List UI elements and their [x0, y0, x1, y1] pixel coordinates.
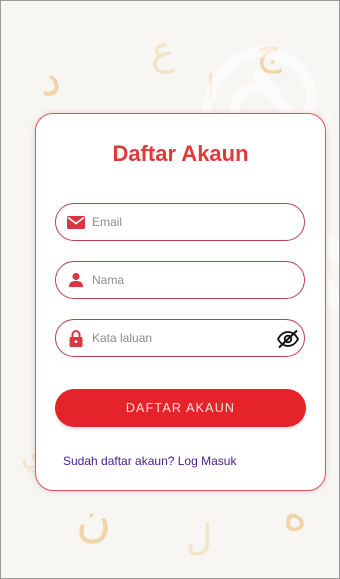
- email-field[interactable]: [55, 203, 305, 241]
- eye-off-icon[interactable]: [276, 329, 300, 349]
- email-input[interactable]: [92, 215, 262, 229]
- password-input[interactable]: [92, 331, 262, 345]
- background-glyph: ه: [283, 487, 308, 541]
- name-field[interactable]: [55, 261, 305, 299]
- signup-button[interactable]: DAFTAR AKAUN: [55, 389, 306, 427]
- envelope-icon: [66, 212, 86, 232]
- name-input[interactable]: [92, 273, 262, 287]
- background-glyph: د: [41, 52, 62, 106]
- login-link[interactable]: Sudah daftar akaun? Log Masuk: [63, 454, 236, 468]
- background-glyph: ل: [186, 518, 213, 559]
- password-field[interactable]: [55, 319, 305, 357]
- background-glyph: ع: [151, 28, 175, 74]
- background-glyph: ج: [256, 28, 282, 74]
- lock-icon: [66, 328, 86, 348]
- signup-screen: د ع ا ج ب ن ه ل ي gnt@ UKM Daftar Akaun: [0, 0, 340, 579]
- page-title: Daftar Akaun: [112, 141, 249, 166]
- signup-card: Daftar Akaun Email Nama DAFTAR AKAUN Sud…: [35, 113, 326, 491]
- person-icon: [66, 270, 86, 290]
- background-glyph: ا: [206, 68, 216, 108]
- background-glyph: ن: [76, 492, 112, 548]
